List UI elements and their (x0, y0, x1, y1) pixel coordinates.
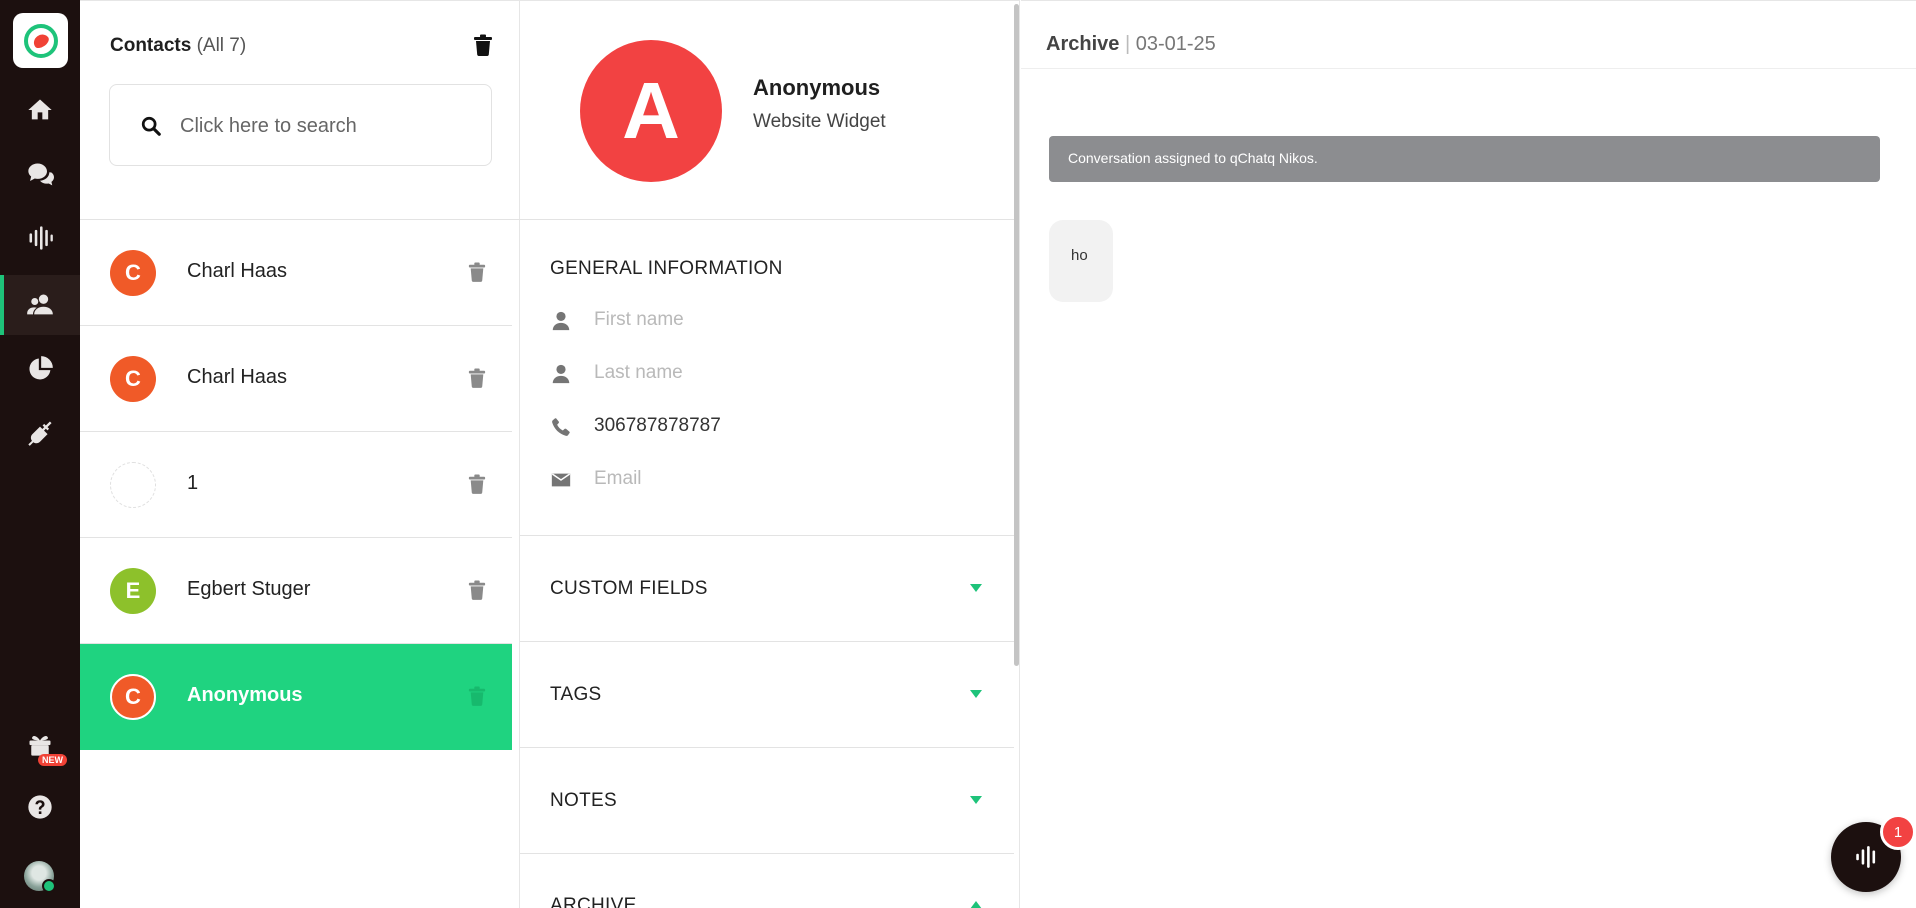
chat-header: Archive | 03-01-25 (1046, 33, 1216, 56)
search-input[interactable] (180, 103, 470, 149)
caret-up-icon[interactable] (970, 901, 982, 908)
message-bubble: ho (1049, 220, 1113, 302)
plug-icon (28, 421, 52, 446)
nav-conversations[interactable] (0, 144, 80, 204)
contacts-header: Contacts (All 7) (110, 35, 246, 57)
section-archive[interactable]: ARCHIVE (550, 895, 637, 908)
contact-detail-avatar: A (580, 40, 722, 182)
audio-bars-icon (1856, 846, 1876, 868)
caret-down-icon[interactable] (970, 584, 982, 592)
system-message: Conversation assigned to qChatq Nikos. (1049, 136, 1880, 182)
person-icon (552, 364, 570, 384)
caret-down-icon[interactable] (970, 690, 982, 698)
contact-row[interactable]: C Charl Haas (80, 326, 512, 432)
first-name-field[interactable]: First name (550, 306, 990, 336)
detail-divider (520, 747, 1014, 748)
nav-help[interactable] (0, 777, 80, 837)
contact-name: Anonymous (187, 684, 303, 706)
nav-contacts[interactable] (0, 275, 80, 335)
help-icon (28, 795, 52, 819)
last-name-value: Last name (594, 362, 683, 383)
chat-date: 03-01-25 (1135, 33, 1216, 55)
contacts-panel: Contacts (All 7) C Charl Haas C Charl Ha… (80, 0, 520, 908)
search-icon (141, 116, 161, 136)
last-name-field[interactable]: Last name (550, 359, 990, 389)
contact-row-selected[interactable]: C Anonymous (80, 644, 512, 750)
contact-avatar: C (110, 250, 156, 296)
contact-avatar: C (110, 356, 156, 402)
contact-name: 1 (187, 472, 199, 494)
contact-detail-name: Anonymous (753, 75, 881, 100)
chat-header-divider (1021, 68, 1916, 69)
logo-ring-icon (23, 23, 58, 58)
nav-integrations[interactable] (0, 403, 80, 463)
contact-row[interactable]: C Charl Haas (80, 220, 512, 326)
contacts-icon (27, 294, 53, 315)
email-value: Email (594, 468, 642, 489)
detail-divider (520, 641, 1014, 642)
search-box[interactable] (109, 84, 492, 166)
delete-contact-trash-icon[interactable] (468, 474, 486, 494)
contacts-count: (All 7) (196, 35, 247, 56)
contacts-title: Contacts (110, 35, 192, 56)
delete-contact-trash-icon[interactable] (468, 580, 486, 600)
delete-contact-trash-icon[interactable] (468, 686, 486, 706)
section-tags[interactable]: TAGS (550, 684, 602, 706)
detail-scrollbar[interactable] (1014, 4, 1019, 666)
detail-divider (520, 219, 1014, 220)
phone-field[interactable]: 306787878787 (550, 412, 990, 442)
contact-row[interactable]: 1 (80, 432, 512, 538)
chat-bubbles-icon (28, 163, 54, 186)
general-information-title: GENERAL INFORMATION (550, 258, 783, 279)
person-icon (552, 311, 570, 331)
section-notes[interactable]: NOTES (550, 790, 617, 812)
delete-all-trash-icon[interactable] (473, 34, 493, 56)
contact-avatar: E (110, 568, 156, 614)
app-logo[interactable] (13, 13, 68, 68)
delete-contact-trash-icon[interactable] (468, 368, 486, 388)
delete-contact-trash-icon[interactable] (468, 262, 486, 282)
chat-header-separator: | (1124, 33, 1136, 55)
nav-rail: NEW (0, 0, 80, 908)
phone-value: 306787878787 (594, 415, 721, 436)
contact-detail-source: Website Widget (753, 111, 886, 132)
chat-panel: Archive | 03-01-25 Conversation assigned… (1021, 0, 1916, 908)
nav-gift[interactable]: NEW (0, 714, 80, 774)
detail-divider (520, 535, 1014, 536)
chat-title: Archive (1046, 33, 1120, 55)
contact-avatar: C (110, 674, 156, 720)
user-avatar[interactable] (24, 861, 56, 893)
nav-home[interactable] (0, 80, 80, 140)
caret-down-icon[interactable] (970, 796, 982, 804)
home-icon (28, 99, 52, 120)
new-badge: NEW (38, 754, 67, 766)
phone-icon (552, 418, 570, 436)
unread-count-badge: 1 (1880, 814, 1916, 850)
envelope-icon (551, 473, 571, 487)
app-root: NEW Contacts (All 7) C Charl Haas (0, 0, 1916, 908)
contact-name: Charl Haas (187, 366, 288, 388)
nav-reports[interactable] (0, 339, 80, 399)
section-custom-fields[interactable]: CUSTOM FIELDS (550, 578, 708, 600)
audio-bars-icon (29, 226, 53, 250)
contact-avatar (110, 462, 156, 508)
contact-name: Egbert Stuger (187, 578, 311, 600)
first-name-value: First name (594, 309, 684, 330)
nav-voice[interactable] (0, 208, 80, 268)
contact-name: Charl Haas (187, 260, 288, 282)
detail-divider (520, 853, 1014, 854)
contact-detail-panel: A Anonymous Website Widget GENERAL INFOR… (520, 0, 1020, 908)
pie-chart-icon (29, 356, 53, 380)
contact-row[interactable]: E Egbert Stuger (80, 538, 512, 644)
email-field[interactable]: Email (550, 465, 990, 495)
